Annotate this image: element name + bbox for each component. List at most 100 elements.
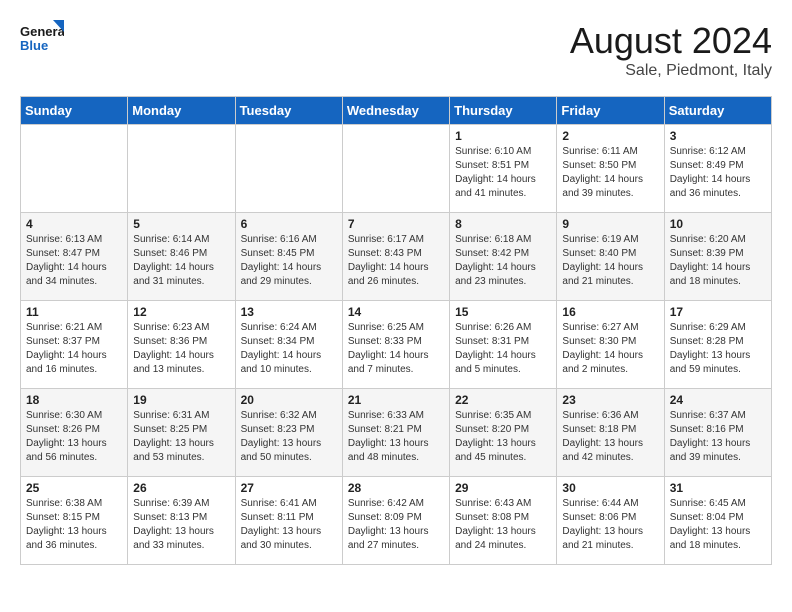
day-number: 11 xyxy=(26,305,122,319)
day-cell: 31Sunrise: 6:45 AM Sunset: 8:04 PM Dayli… xyxy=(664,477,771,565)
day-cell: 1 Sunrise: 6:10 AM Sunset: 8:51 PM Daylig… xyxy=(450,125,557,213)
day-cell: 20 Sunrise: 6:32 AM Sunset: 8:23 PM Dayli… xyxy=(235,389,342,477)
day-cell: 12Sunrise: 6:23 AM Sunset: 8:36 PM Dayli… xyxy=(128,301,235,389)
day-info: Sunrise: 6:42 AM Sunset: 8:09 PM Dayligh… xyxy=(348,497,444,553)
calendar-table: Sunday Monday Tuesday Wednesday Thursday… xyxy=(20,96,772,565)
day-number: 14 xyxy=(348,305,444,319)
day-info: Sunrise: 6:33 AM Sunset: 8:21 PM Dayligh… xyxy=(348,409,444,465)
day-cell: 26 Sunrise: 6:39 AM Sunset: 8:13 PM Dayli… xyxy=(128,477,235,565)
day-cell: 28 Sunrise: 6:42 AM Sunset: 8:09 PM Dayli… xyxy=(342,477,449,565)
day-info: Sunrise: 6:13 AM Sunset: 8:47 PM Dayligh… xyxy=(26,233,122,289)
day-info: Sunrise: 6:29 AM Sunset: 8:28 PM Dayligh… xyxy=(670,321,766,377)
day-cell: 14 Sunrise: 6:25 AM Sunset: 8:33 PM Dayli… xyxy=(342,301,449,389)
day-info: Sunrise: 6:23 AM Sunset: 8:36 PM Dayligh… xyxy=(133,321,229,377)
day-cell xyxy=(235,125,342,213)
day-info: Sunrise: 6:27 AM Sunset: 8:30 PM Dayligh… xyxy=(562,321,658,377)
day-number: 18 xyxy=(26,393,122,407)
title-block: August 2024 Sale, Piedmont, Italy xyxy=(570,20,772,80)
day-number: 29 xyxy=(455,481,551,495)
day-info: Sunrise: 6:41 AM Sunset: 8:11 PM Dayligh… xyxy=(241,497,337,553)
day-cell: 29Sunrise: 6:43 AM Sunset: 8:08 PM Dayli… xyxy=(450,477,557,565)
day-cell: 24 Sunrise: 6:37 AM Sunset: 8:16 PM Dayli… xyxy=(664,389,771,477)
day-info: Sunrise: 6:39 AM Sunset: 8:13 PM Dayligh… xyxy=(133,497,229,553)
day-number: 8 xyxy=(455,217,551,231)
day-cell: 11 Sunrise: 6:21 AM Sunset: 8:37 PM Dayli… xyxy=(21,301,128,389)
day-number: 1 xyxy=(455,129,551,143)
svg-text:Blue: Blue xyxy=(20,38,48,53)
day-number: 5 xyxy=(133,217,229,231)
day-info: Sunrise: 6:19 AM Sunset: 8:40 PM Dayligh… xyxy=(562,233,658,289)
day-info: Sunrise: 6:37 AM Sunset: 8:16 PM Dayligh… xyxy=(670,409,766,465)
day-info: Sunrise: 6:35 AM Sunset: 8:20 PM Dayligh… xyxy=(455,409,551,465)
day-cell: 8 Sunrise: 6:18 AM Sunset: 8:42 PM Daylig… xyxy=(450,213,557,301)
col-tuesday: Tuesday xyxy=(235,97,342,125)
svg-text:General: General xyxy=(20,24,64,39)
day-info: Sunrise: 6:14 AM Sunset: 8:46 PM Dayligh… xyxy=(133,233,229,289)
day-number: 10 xyxy=(670,217,766,231)
day-info: Sunrise: 6:18 AM Sunset: 8:42 PM Dayligh… xyxy=(455,233,551,289)
day-cell: 21 Sunrise: 6:33 AM Sunset: 8:21 PM Dayli… xyxy=(342,389,449,477)
day-cell: 17Sunrise: 6:29 AM Sunset: 8:28 PM Dayli… xyxy=(664,301,771,389)
day-cell: 2 Sunrise: 6:11 AM Sunset: 8:50 PM Daylig… xyxy=(557,125,664,213)
day-cell xyxy=(21,125,128,213)
day-number: 2 xyxy=(562,129,658,143)
day-info: Sunrise: 6:11 AM Sunset: 8:50 PM Dayligh… xyxy=(562,145,658,201)
day-number: 3 xyxy=(670,129,766,143)
col-wednesday: Wednesday xyxy=(342,97,449,125)
day-number: 23 xyxy=(562,393,658,407)
day-number: 24 xyxy=(670,393,766,407)
day-cell xyxy=(128,125,235,213)
day-number: 31 xyxy=(670,481,766,495)
day-info: Sunrise: 6:24 AM Sunset: 8:34 PM Dayligh… xyxy=(241,321,337,377)
header-row: Sunday Monday Tuesday Wednesday Thursday… xyxy=(21,97,772,125)
col-monday: Monday xyxy=(128,97,235,125)
day-cell: 13 Sunrise: 6:24 AM Sunset: 8:34 PM Dayli… xyxy=(235,301,342,389)
logo-svg: General Blue xyxy=(20,20,64,64)
day-number: 21 xyxy=(348,393,444,407)
day-cell: 23 Sunrise: 6:36 AM Sunset: 8:18 PM Dayli… xyxy=(557,389,664,477)
day-info: Sunrise: 6:30 AM Sunset: 8:26 PM Dayligh… xyxy=(26,409,122,465)
week-row-1: 4Sunrise: 6:13 AM Sunset: 8:47 PM Daylig… xyxy=(21,213,772,301)
day-number: 26 xyxy=(133,481,229,495)
day-info: Sunrise: 6:16 AM Sunset: 8:45 PM Dayligh… xyxy=(241,233,337,289)
col-saturday: Saturday xyxy=(664,97,771,125)
day-cell: 16 Sunrise: 6:27 AM Sunset: 8:30 PM Dayli… xyxy=(557,301,664,389)
day-info: Sunrise: 6:32 AM Sunset: 8:23 PM Dayligh… xyxy=(241,409,337,465)
day-cell: 7Sunrise: 6:17 AM Sunset: 8:43 PM Daylig… xyxy=(342,213,449,301)
day-number: 9 xyxy=(562,217,658,231)
day-cell: 25Sunrise: 6:38 AM Sunset: 8:15 PM Dayli… xyxy=(21,477,128,565)
day-info: Sunrise: 6:44 AM Sunset: 8:06 PM Dayligh… xyxy=(562,497,658,553)
day-info: Sunrise: 6:36 AM Sunset: 8:18 PM Dayligh… xyxy=(562,409,658,465)
day-cell: 22 Sunrise: 6:35 AM Sunset: 8:20 PM Dayli… xyxy=(450,389,557,477)
day-number: 13 xyxy=(241,305,337,319)
day-number: 16 xyxy=(562,305,658,319)
day-cell: 30Sunrise: 6:44 AM Sunset: 8:06 PM Dayli… xyxy=(557,477,664,565)
week-row-0: 1 Sunrise: 6:10 AM Sunset: 8:51 PM Daylig… xyxy=(21,125,772,213)
day-number: 28 xyxy=(348,481,444,495)
day-number: 15 xyxy=(455,305,551,319)
col-friday: Friday xyxy=(557,97,664,125)
day-cell: 19 Sunrise: 6:31 AM Sunset: 8:25 PM Dayli… xyxy=(128,389,235,477)
day-cell: 6 Sunrise: 6:16 AM Sunset: 8:45 PM Daylig… xyxy=(235,213,342,301)
week-row-4: 25Sunrise: 6:38 AM Sunset: 8:15 PM Dayli… xyxy=(21,477,772,565)
col-sunday: Sunday xyxy=(21,97,128,125)
day-info: Sunrise: 6:10 AM Sunset: 8:51 PM Dayligh… xyxy=(455,145,551,201)
day-info: Sunrise: 6:20 AM Sunset: 8:39 PM Dayligh… xyxy=(670,233,766,289)
day-number: 19 xyxy=(133,393,229,407)
day-cell: 4Sunrise: 6:13 AM Sunset: 8:47 PM Daylig… xyxy=(21,213,128,301)
day-number: 20 xyxy=(241,393,337,407)
day-info: Sunrise: 6:25 AM Sunset: 8:33 PM Dayligh… xyxy=(348,321,444,377)
day-info: Sunrise: 6:12 AM Sunset: 8:49 PM Dayligh… xyxy=(670,145,766,201)
week-row-3: 18 Sunrise: 6:30 AM Sunset: 8:26 PM Dayli… xyxy=(21,389,772,477)
day-info: Sunrise: 6:17 AM Sunset: 8:43 PM Dayligh… xyxy=(348,233,444,289)
day-number: 22 xyxy=(455,393,551,407)
day-cell: 15 Sunrise: 6:26 AM Sunset: 8:31 PM Dayli… xyxy=(450,301,557,389)
day-number: 27 xyxy=(241,481,337,495)
week-row-2: 11 Sunrise: 6:21 AM Sunset: 8:37 PM Dayli… xyxy=(21,301,772,389)
day-number: 6 xyxy=(241,217,337,231)
day-info: Sunrise: 6:26 AM Sunset: 8:31 PM Dayligh… xyxy=(455,321,551,377)
logo: General Blue xyxy=(20,20,64,64)
day-info: Sunrise: 6:31 AM Sunset: 8:25 PM Dayligh… xyxy=(133,409,229,465)
calendar-title: August 2024 xyxy=(570,20,772,62)
day-info: Sunrise: 6:21 AM Sunset: 8:37 PM Dayligh… xyxy=(26,321,122,377)
